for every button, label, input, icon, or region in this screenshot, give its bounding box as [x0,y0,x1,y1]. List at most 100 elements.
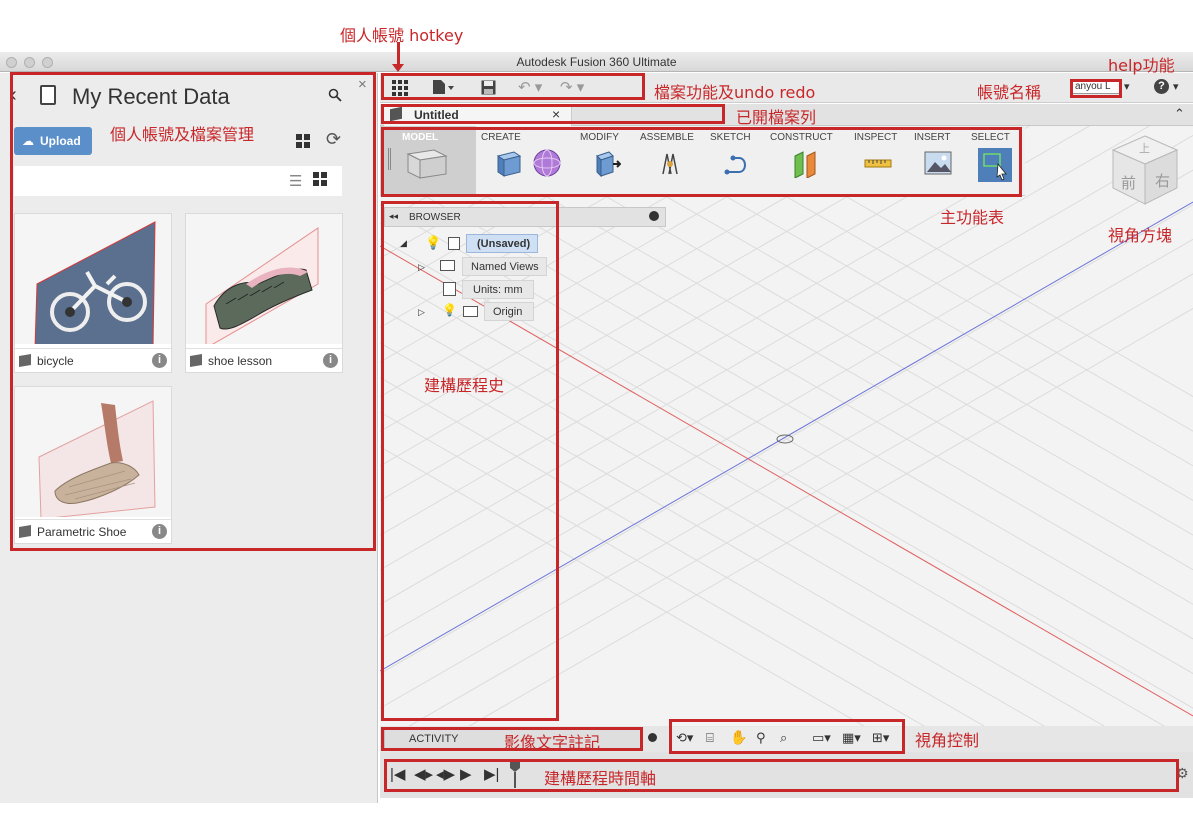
toolbar-group-label: ASSEMBLE [640,132,694,143]
redo-icon[interactable]: ↷ ▾ [560,78,584,96]
browser-options-icon[interactable] [649,211,659,221]
toolbar-group-label: CREATE [481,132,521,143]
close-tab-icon[interactable]: × [552,106,560,122]
user-account-button[interactable]: anyou L [1072,80,1120,94]
press-pull-icon [596,151,621,178]
toolbar-insert[interactable]: INSERT [911,126,967,196]
grid-icon[interactable] [296,134,310,151]
construct-plane-icon [794,151,816,178]
expand-triangle-icon[interactable]: ▷ [418,307,425,318]
toolbar-assemble[interactable]: ASSEMBLE [637,126,705,196]
annotation-view-control: 視角控制 [915,731,980,750]
toolbar-group-label: INSPECT [854,132,898,143]
orbit-icon[interactable]: ⟲▾ [676,730,693,746]
annotation-help: help功能 [1108,56,1175,75]
pan-icon[interactable]: ✋ [730,729,747,746]
design-card-parametric-shoe[interactable]: Parametric Shoe i [14,386,172,544]
toolbar-sketch[interactable]: SKETCH [707,126,765,196]
grip-handle[interactable] [388,148,391,170]
info-icon[interactable]: i [323,353,338,368]
toolbar-group-label: MODIFY [580,132,619,143]
parametric-shoe-thumbnail [15,387,171,517]
box-icon [496,151,522,177]
tree-item-named-views[interactable]: Named Views [462,257,547,276]
info-icon[interactable]: i [152,524,167,539]
joint-icon [662,153,678,175]
undo-icon[interactable]: ↶ ▾ [518,78,542,96]
expand-triangle-icon[interactable]: ▷ [418,262,425,273]
toolbar-construct[interactable]: CONSTRUCT [767,126,847,196]
toolbar-select[interactable]: SELECT [968,126,1024,196]
list-view-icon[interactable]: ☰ [289,172,302,190]
help-dropdown-caret[interactable]: ▾ [1173,80,1179,93]
grid-view-icon[interactable] [313,172,327,189]
refresh-icon[interactable]: ⟳ [326,129,341,150]
insert-image-icon [924,151,952,175]
timeline-marker[interactable] [509,760,521,788]
bicycle-thumbnail [15,214,171,344]
design-cube-icon [19,524,31,539]
design-card-bicycle[interactable]: bicycle i [14,213,172,373]
folder-icon [440,260,455,271]
timeline-settings-gear-icon[interactable]: ⚙ [1176,765,1189,782]
timeline-first-icon[interactable]: |◀ [390,765,405,783]
workspace-model[interactable]: MODEL [380,126,476,196]
sphere-icon [533,149,561,177]
annotation-view-cube: 視角方塊 [1108,226,1173,245]
upload-button[interactable]: ☁ Upload [14,127,92,155]
annotation-account-name: 帳號名稱 [977,83,1042,102]
visibility-bulb-icon[interactable]: 💡 [442,303,457,317]
fit-icon[interactable]: ⌕ [780,730,787,746]
account-dropdown-caret[interactable]: ▾ [1124,80,1130,93]
viewports-icon[interactable]: ⊞▾ [872,730,889,746]
timeline-prev-icon[interactable]: ◀▸ [414,765,433,783]
view-cube[interactable]: 上 前 右 [1105,130,1185,210]
toolbar-modify[interactable]: MODIFY [577,126,635,196]
design-cube-icon [390,106,402,122]
view-cube-top-label: 上 [1139,142,1150,155]
folder-icon [463,306,478,317]
window-title: Autodesk Fusion 360 Ultimate [516,55,677,69]
timeline-next-icon[interactable]: ▶ [460,765,472,783]
tree-item-units[interactable]: Units: mm [462,280,534,299]
help-icon[interactable]: ? [1154,79,1169,94]
collapse-chevron-icon[interactable]: ⌃ [1174,106,1185,122]
grid-settings-icon[interactable]: ▦▾ [842,730,861,746]
activity-options-icon[interactable] [648,733,657,742]
measure-icon [864,159,892,168]
browser-header[interactable]: ◂◂ BROWSER [384,207,666,227]
tab-untitled[interactable]: Untitled × [384,104,572,126]
save-icon[interactable] [481,80,496,99]
visibility-bulb-icon[interactable]: 💡 [425,235,441,251]
design-card-shoe-lesson[interactable]: shoe lesson i [185,213,343,373]
collapse-browser-icon[interactable]: ◂◂ [389,211,398,222]
annotation-timeline: 建構歷程時間軸 [544,769,657,788]
zoom-icon[interactable]: ⚲ [756,730,766,746]
annotation-history: 建構歷程史 [424,376,505,395]
timeline-play-back-icon[interactable]: ◂▶ [436,765,455,783]
apps-grid-icon[interactable] [392,80,408,99]
back-button[interactable]: ‹ [10,84,17,107]
design-name: Parametric Shoe [37,525,127,539]
close-panel-button[interactable]: × [358,76,367,93]
browser-title: BROWSER [409,212,461,223]
expand-triangle-icon[interactable]: ◢ [400,238,407,249]
toolbar-inspect[interactable]: INSPECT [851,126,909,196]
look-at-icon[interactable]: ⌸ [706,730,714,746]
tree-root-unsaved[interactable]: (Unsaved) [466,234,538,253]
tree-item-origin[interactable]: Origin [484,302,534,321]
timeline-last-icon[interactable]: ▶| [484,765,499,783]
file-menu-icon[interactable] [432,79,454,99]
toolbar-group-label: SKETCH [710,132,751,143]
annotation-arrow-head [392,64,404,72]
search-icon[interactable] [328,88,342,107]
toolbar-create[interactable]: CREATE [478,126,573,196]
display-settings-icon[interactable]: ▭▾ [812,730,831,746]
design-name: shoe lesson [208,354,273,368]
view-cube-right-label: 右 [1155,172,1171,190]
activity-label: ACTIVITY [409,733,459,745]
info-icon[interactable]: i [152,353,167,368]
toolbar-group-label: CONSTRUCT [770,132,833,143]
design-name: bicycle [37,354,74,368]
navigation-bar: ⟲▾ ⌸ ✋ ⚲ ⌕ ▭▾ ▦▾ ⊞▾ [668,727,902,751]
